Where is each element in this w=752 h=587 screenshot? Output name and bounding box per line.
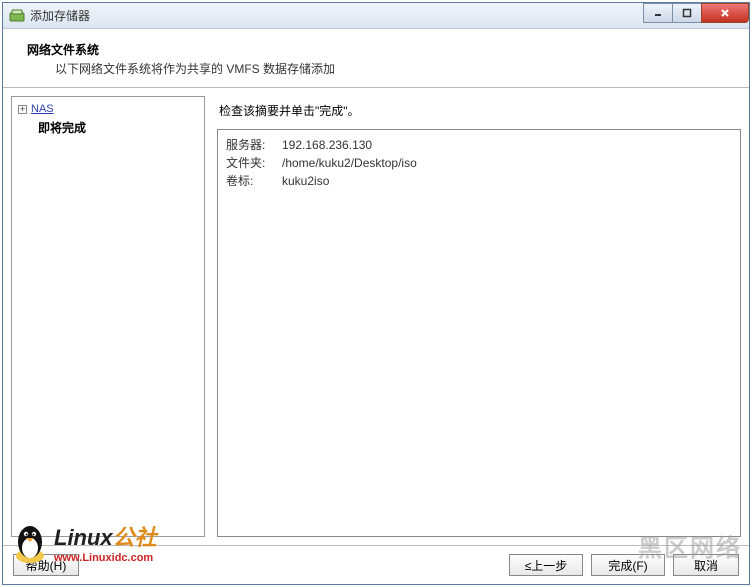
wizard-header: 网络文件系统 以下网络文件系统将作为共享的 VMFS 数据存储添加 <box>3 29 749 88</box>
server-value: 192.168.236.130 <box>282 136 372 154</box>
cancel-button[interactable]: 取消 <box>673 554 739 576</box>
step-nas[interactable]: NAS <box>31 103 54 115</box>
server-label: 服务器: <box>226 136 282 154</box>
content-panel: 检查该摘要并单击"完成"。 服务器: 192.168.236.130 文件夹: … <box>205 96 741 537</box>
volume-label: 卷标: <box>226 172 282 190</box>
minimize-button[interactable] <box>643 3 673 23</box>
instruction-text: 检查该摘要并单击"完成"。 <box>219 102 741 119</box>
wizard-footer: 帮助(H) ≤上一步 完成(F) 取消 <box>3 545 749 584</box>
header-subtitle: 以下网络文件系统将作为共享的 VMFS 数据存储添加 <box>55 60 733 77</box>
step-ready: 即将完成 <box>18 119 198 136</box>
titlebar: 添加存储器 <box>3 3 749 29</box>
window-controls <box>644 3 749 23</box>
folder-label: 文件夹: <box>226 154 282 172</box>
header-title: 网络文件系统 <box>27 41 733 58</box>
expand-icon[interactable]: + <box>18 105 27 114</box>
window-title: 添加存储器 <box>30 7 90 24</box>
volume-value: kuku2iso <box>282 172 329 190</box>
back-button[interactable]: ≤上一步 <box>509 554 583 576</box>
finish-button[interactable]: 完成(F) <box>591 554 665 576</box>
maximize-button[interactable] <box>672 3 702 23</box>
wizard-steps-sidebar: + NAS 即将完成 <box>11 96 205 537</box>
close-button[interactable] <box>701 3 749 23</box>
help-button[interactable]: 帮助(H) <box>13 554 79 576</box>
app-icon <box>9 8 25 24</box>
summary-box: 服务器: 192.168.236.130 文件夹: /home/kuku2/De… <box>217 129 741 537</box>
folder-value: /home/kuku2/Desktop/iso <box>282 154 417 172</box>
